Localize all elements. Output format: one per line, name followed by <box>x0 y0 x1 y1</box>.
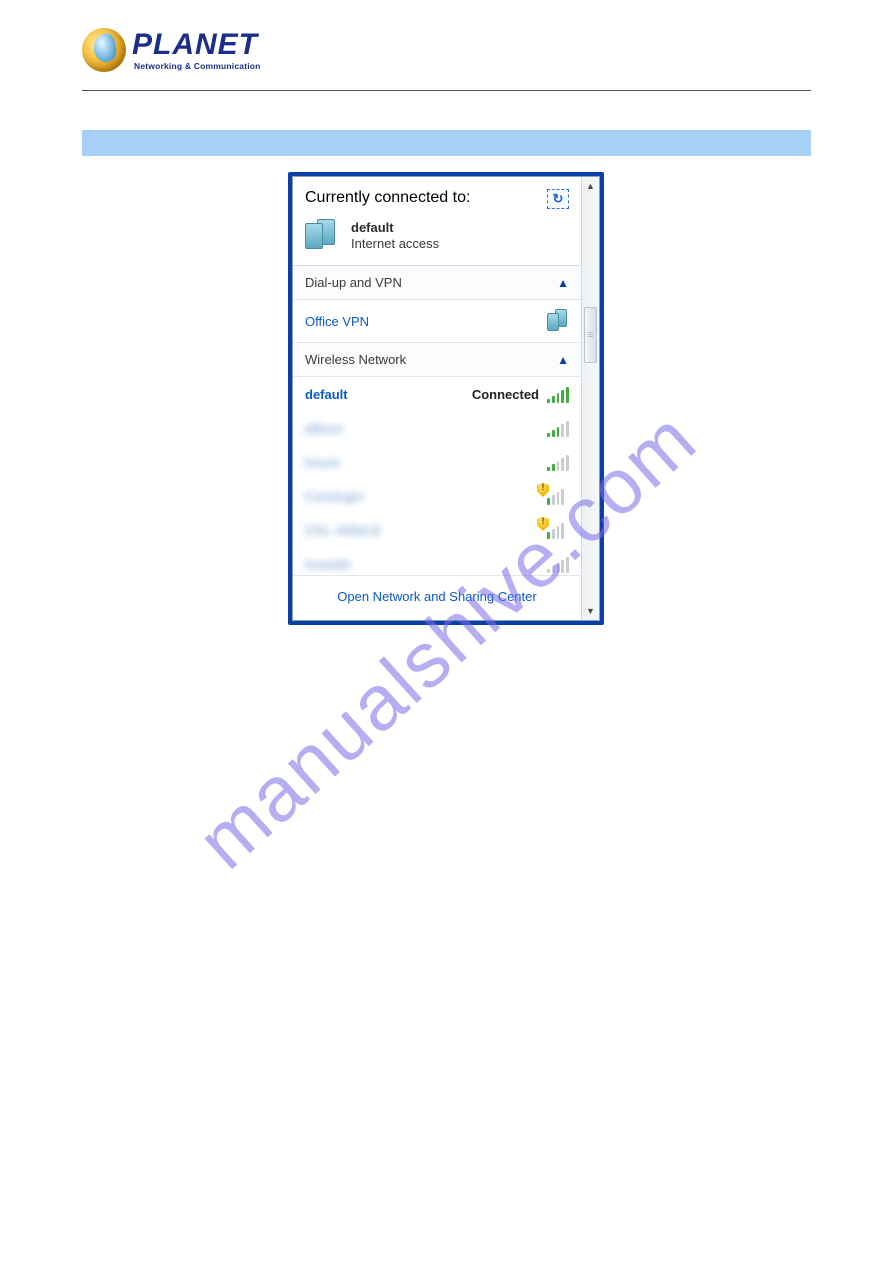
section-label: Wireless Network <box>305 352 406 367</box>
section-wireless[interactable]: Wireless Network ▲ <box>293 343 581 377</box>
header-divider <box>82 90 811 91</box>
refresh-button[interactable]: ↻ <box>547 189 569 209</box>
signal-icon <box>547 453 569 471</box>
vpn-name: Office VPN <box>305 314 369 329</box>
flyout-footer: Open Network and Sharing Center <box>293 575 581 620</box>
signal-icon <box>547 555 569 573</box>
network-icon <box>305 219 339 253</box>
vpn-item-office[interactable]: Office VPN <box>293 300 581 343</box>
wifi-ssid: CKL-486d-E <box>305 523 382 538</box>
warning-icon <box>537 483 549 497</box>
network-flyout: Currently connected to: ↻ default Intern… <box>288 172 604 625</box>
signal-icon <box>547 419 569 437</box>
active-connection[interactable]: default Internet access <box>293 215 581 266</box>
scrollbar[interactable]: ▲ ▼ <box>581 177 599 620</box>
signal-icon <box>547 385 569 403</box>
wifi-item[interactable]: CKL-486d-E <box>293 513 581 547</box>
wifi-ssid: aBssn <box>305 421 344 436</box>
refresh-icon: ↻ <box>553 191 564 207</box>
wifi-ssid: houst <box>305 455 339 470</box>
section-label: Dial-up and VPN <box>305 275 402 290</box>
connected-label: Currently connected to: <box>305 189 470 207</box>
connection-status: Internet access <box>351 236 439 252</box>
warning-icon <box>537 517 549 531</box>
wifi-item[interactable]: houst <box>293 445 581 479</box>
flyout-header: Currently connected to: ↻ <box>293 177 581 215</box>
open-network-center-link[interactable]: Open Network and Sharing Center <box>337 589 536 604</box>
chevron-up-icon: ▲ <box>557 353 569 367</box>
connection-name: default <box>351 220 439 236</box>
wifi-item[interactable]: Comlogin <box>293 479 581 513</box>
wifi-status: Connected <box>472 387 539 402</box>
section-bar <box>82 130 811 156</box>
section-dialup-vpn[interactable]: Dial-up and VPN ▲ <box>293 266 581 300</box>
vpn-icon <box>547 309 569 333</box>
wifi-ssid: default <box>305 387 348 402</box>
wifi-item[interactable]: aBssn <box>293 411 581 445</box>
scroll-thumb[interactable] <box>584 307 597 363</box>
scroll-up-button[interactable]: ▲ <box>582 177 599 195</box>
globe-icon <box>82 28 126 72</box>
wifi-ssid: Comlogin <box>305 489 364 504</box>
signal-icon <box>547 521 569 539</box>
wifi-ssid: Insetdn <box>305 557 351 572</box>
scroll-down-button[interactable]: ▼ <box>582 602 599 620</box>
wifi-item[interactable]: Insetdn <box>293 547 581 575</box>
brand-name: PLANET <box>132 30 261 60</box>
wifi-item-default[interactable]: default Connected <box>293 377 581 411</box>
brand-tagline: Networking & Communication <box>134 62 261 71</box>
signal-icon <box>547 487 569 505</box>
chevron-up-icon: ▲ <box>557 276 569 290</box>
brand-logo: PLANET Networking & Communication <box>82 28 261 72</box>
